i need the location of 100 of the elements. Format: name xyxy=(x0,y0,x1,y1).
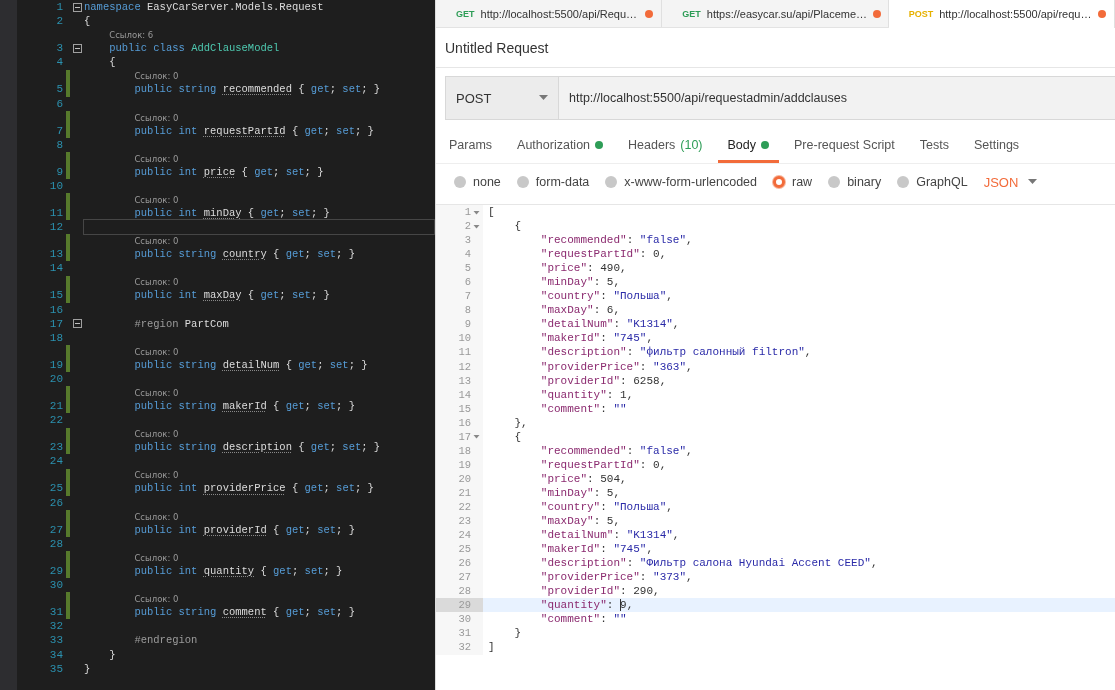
code-line: "providerId": 290, xyxy=(539,584,660,599)
reference-count[interactable]: Ссылок: 0 xyxy=(134,594,179,606)
code-line: public int price { get; set; } xyxy=(133,164,324,179)
body-mode-option[interactable]: binary xyxy=(828,175,882,189)
section-tab[interactable]: Settings xyxy=(963,126,1030,163)
section-tab[interactable]: Body xyxy=(717,126,780,163)
section-tab[interactable]: Pre-request Script xyxy=(784,126,905,163)
request-tab[interactable]: POST http://localhost:5500/api/requ… xyxy=(888,0,1115,28)
code-line: "requestPartId": 0, xyxy=(539,457,667,472)
code-line: }, xyxy=(513,415,528,430)
line-number: 9 xyxy=(464,318,471,331)
line-number: 16 xyxy=(458,416,471,429)
line-number: 2 xyxy=(56,14,63,29)
code-line: "minDay": 5, xyxy=(539,485,621,500)
code-line: { xyxy=(84,14,91,29)
reference-count[interactable]: Ссылок: 0 xyxy=(134,552,179,564)
line-number: 32 xyxy=(49,619,63,634)
section-tab[interactable]: Authorization xyxy=(507,126,614,163)
line-number: 12 xyxy=(49,220,63,235)
fold-caret-icon[interactable] xyxy=(473,222,480,230)
reference-count[interactable]: Ссылок: 0 xyxy=(134,71,179,83)
line-number: 13 xyxy=(49,247,63,262)
http-method: GET xyxy=(456,8,475,19)
radio-button[interactable] xyxy=(828,176,841,188)
code-line: "description": "Фильтр салона Hyundai Accent CEED", xyxy=(539,556,878,571)
line-number: 3 xyxy=(56,41,63,56)
reference-count[interactable]: Ссылок: 0 xyxy=(134,470,179,482)
reference-count[interactable]: Ссылок: 0 xyxy=(134,346,179,358)
line-number: 10 xyxy=(49,178,63,194)
section-tab[interactable]: Tests xyxy=(909,126,959,163)
code-line: "quantity": 9, xyxy=(539,598,634,613)
code-line: public int requestPartId { get; set; } xyxy=(133,123,374,138)
code-line: #endregion xyxy=(133,633,198,648)
code-line: "maxDay": 6, xyxy=(539,303,621,318)
reference-count[interactable]: Ссылок: 0 xyxy=(134,112,179,124)
code-line: public string description { get; set; } xyxy=(133,440,381,455)
line-number: 27 xyxy=(458,571,471,584)
line-number: 20 xyxy=(458,472,471,485)
fold-caret-icon[interactable] xyxy=(473,208,480,216)
radio-button[interactable] xyxy=(773,176,785,188)
section-tab[interactable]: Headers (10) xyxy=(618,126,713,163)
line-number: 1 xyxy=(464,206,471,218)
code-line: "price": 504, xyxy=(539,471,627,486)
line-number: 28 xyxy=(49,536,63,552)
body-mode-option[interactable]: form-data xyxy=(516,175,590,189)
reference-count[interactable]: Ссылок: 0 xyxy=(134,429,179,441)
code-line: } xyxy=(513,626,521,641)
collapse-icon[interactable] xyxy=(72,319,82,329)
body-mode-option[interactable]: x-www-form-urlencoded xyxy=(605,175,757,189)
line-number: 14 xyxy=(458,388,471,401)
code-line: "country": "Польша", xyxy=(539,500,673,515)
line-number: 22 xyxy=(49,413,63,428)
line-number: 24 xyxy=(49,454,63,469)
reference-count[interactable]: Ссылок: 6 xyxy=(109,30,154,42)
reference-count[interactable]: Ссылок: 0 xyxy=(134,153,179,165)
collapse-icon[interactable] xyxy=(72,2,82,12)
reference-count[interactable]: Ссылок: 0 xyxy=(134,194,179,206)
line-number: 29 xyxy=(458,599,471,612)
line-number: 23 xyxy=(49,440,63,455)
code-line: public string detailNum { get; set; } xyxy=(133,357,368,373)
line-number: 35 xyxy=(49,661,63,677)
line-number: 17 xyxy=(49,316,63,331)
code-line: "comment": "" xyxy=(539,612,627,627)
radio-button[interactable] xyxy=(516,176,529,188)
body-mode-option[interactable]: GraphQL xyxy=(897,175,968,189)
line-number: 7 xyxy=(56,123,63,138)
body-mode-option[interactable]: raw xyxy=(773,175,813,189)
section-tab[interactable]: Params xyxy=(439,126,503,163)
line-number: 11 xyxy=(458,346,471,359)
radio-button[interactable] xyxy=(605,176,618,188)
line-number: 6 xyxy=(464,276,471,289)
line-number: 18 xyxy=(49,330,63,346)
request-title[interactable]: Untitled Request xyxy=(445,39,549,56)
line-number: 16 xyxy=(49,302,63,317)
line-number: 25 xyxy=(458,543,471,556)
line-number: 11 xyxy=(49,205,63,221)
reference-count[interactable]: Ссылок: 0 xyxy=(134,388,179,400)
fold-caret-icon[interactable] xyxy=(473,433,480,441)
tab-url: http://localhost:5500/api/requ… xyxy=(939,8,1092,20)
code-line: { xyxy=(513,219,521,234)
reference-count[interactable]: Ссылок: 0 xyxy=(134,277,179,289)
line-number: 27 xyxy=(49,522,63,537)
line-number: 30 xyxy=(49,578,63,593)
line-number: 15 xyxy=(49,288,63,303)
line-number: 12 xyxy=(458,360,471,373)
code-line: "quantity": 1, xyxy=(539,387,634,402)
code-line: "providerPrice": "363", xyxy=(539,359,693,374)
radio-button[interactable] xyxy=(897,176,910,188)
radio-button[interactable] xyxy=(454,176,466,188)
code-line: "price": 490, xyxy=(539,261,627,276)
reference-count[interactable]: Ссылок: 0 xyxy=(134,511,179,523)
code-line: } xyxy=(108,647,116,662)
tab-url: http://localhost:5500/api/Requ… xyxy=(480,7,639,20)
body-mode-option[interactable]: none xyxy=(454,175,501,189)
reference-count[interactable]: Ссылок: 0 xyxy=(134,236,179,248)
line-number: 9 xyxy=(56,164,63,179)
code-line: public int maxDay { get; set; } xyxy=(133,288,330,303)
line-number: 26 xyxy=(49,495,63,510)
code-line: public int providerPrice { get; set; } xyxy=(133,481,374,496)
collapse-icon[interactable] xyxy=(72,43,82,53)
